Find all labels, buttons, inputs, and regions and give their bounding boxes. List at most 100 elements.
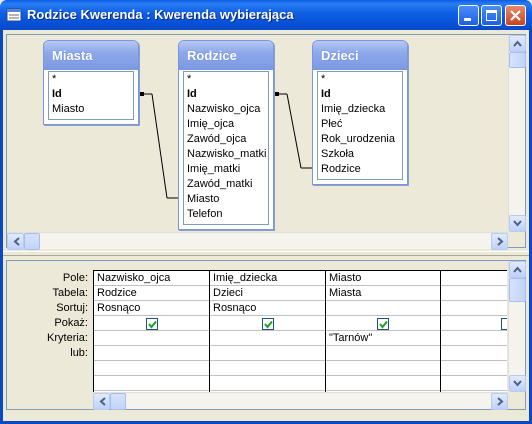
grid-column[interactable]: Imię_dziecka Dzieci Rosnąco <box>210 271 326 394</box>
sort-cell[interactable]: Rosnąco <box>210 301 325 316</box>
field-list[interactable]: * Id Nazwisko_ojca Imię_ojca Zawód_ojca … <box>183 71 269 225</box>
minimize-button[interactable] <box>458 5 479 26</box>
grid-column[interactable]: Nazwisko_ojca Rodzice Rosnąco <box>94 271 210 394</box>
empty-cell[interactable] <box>326 361 440 376</box>
table-dzieci[interactable]: Dzieci * Id Imię_dziecka Płeć Rok_urodze… <box>312 40 408 185</box>
title-bar[interactable]: Rodzice Kwerenda : Kwerenda wybierająca <box>0 0 532 30</box>
scroll-right-button[interactable] <box>491 233 508 250</box>
scroll-thumb[interactable] <box>110 393 126 410</box>
query-window-icon[interactable] <box>6 7 22 23</box>
table-miasta[interactable]: Miasta * Id Miasto <box>43 40 139 125</box>
field-item[interactable]: Rok_urodzenia <box>318 132 402 147</box>
arrow-left-icon <box>13 237 20 246</box>
show-checkbox[interactable] <box>501 317 507 330</box>
sort-cell[interactable]: Rosnąco <box>94 301 209 316</box>
row-label-field: Pole: <box>62 272 88 284</box>
field-item-key[interactable]: Id <box>184 87 268 102</box>
grid-vertical-scrollbar[interactable] <box>508 261 526 392</box>
field-item[interactable]: Imię_matki <box>184 162 268 177</box>
field-item[interactable]: Nazwisko_matki <box>184 147 268 162</box>
diagram-area[interactable]: Miasta * Id Miasto Rodzice * Id Nazwisko… <box>7 35 507 232</box>
empty-cell[interactable] <box>441 376 507 391</box>
show-checkbox[interactable] <box>377 317 389 330</box>
table-title[interactable]: Rodzice <box>179 41 273 70</box>
field-item[interactable]: Imię_ojca <box>184 117 268 132</box>
field-list[interactable]: * Id Miasto <box>48 71 134 120</box>
field-item[interactable]: Zawód_matki <box>184 177 268 192</box>
close-button[interactable] <box>505 5 526 26</box>
row-label-table: Tabela: <box>52 287 88 299</box>
criteria-cell[interactable] <box>210 331 325 346</box>
or-cell[interactable] <box>210 346 325 361</box>
empty-cell[interactable] <box>441 361 507 376</box>
table-cell[interactable] <box>441 286 507 301</box>
or-cell[interactable] <box>326 346 440 361</box>
empty-cell[interactable] <box>326 376 440 391</box>
criteria-cell[interactable] <box>441 331 507 346</box>
table-title[interactable]: Dzieci <box>313 41 407 70</box>
table-cell[interactable]: Dzieci <box>210 286 325 301</box>
field-item[interactable]: Telefon <box>184 207 268 222</box>
field-item[interactable]: Płeć <box>318 117 402 132</box>
field-item[interactable]: Szkoła <box>318 147 402 162</box>
scroll-up-button[interactable] <box>509 261 526 278</box>
table-rodzice[interactable]: Rodzice * Id Nazwisko_ojca Imię_ojca Zaw… <box>178 40 274 230</box>
scroll-up-button[interactable] <box>509 35 526 52</box>
diagram-vertical-scrollbar[interactable] <box>508 35 526 232</box>
sort-cell[interactable] <box>441 301 507 316</box>
pane-splitter[interactable] <box>3 251 529 256</box>
field-list[interactable]: * Id Imię_dziecka Płeć Rok_urodzenia Szk… <box>317 71 403 180</box>
show-cell[interactable] <box>326 316 440 331</box>
arrow-up-icon <box>513 266 522 273</box>
scroll-thumb[interactable] <box>509 278 526 302</box>
field-cell[interactable]: Nazwisko_ojca <box>94 271 209 286</box>
or-cell[interactable] <box>94 346 209 361</box>
grid-column[interactable] <box>441 271 507 394</box>
field-item-key[interactable]: Id <box>49 87 133 102</box>
show-cell[interactable] <box>94 316 209 331</box>
scroll-down-button[interactable] <box>509 215 526 232</box>
empty-cell[interactable] <box>210 361 325 376</box>
table-diagram-pane[interactable]: Miasta * Id Miasto Rodzice * Id Nazwisko… <box>6 34 526 250</box>
table-cell[interactable]: Rodzice <box>94 286 209 301</box>
sort-cell[interactable] <box>326 301 440 316</box>
empty-cell[interactable] <box>94 361 209 376</box>
scroll-thumb[interactable] <box>509 52 526 68</box>
show-checkbox[interactable] <box>145 317 158 330</box>
maximize-button[interactable] <box>481 5 502 26</box>
field-item[interactable]: Miasto <box>184 192 268 207</box>
field-item-key[interactable]: Id <box>318 87 402 102</box>
row-label-sort: Sortuj: <box>56 302 88 314</box>
field-item[interactable]: * <box>184 72 268 87</box>
show-cell[interactable] <box>441 316 507 331</box>
show-cell[interactable] <box>210 316 325 331</box>
field-item[interactable]: Miasto <box>49 102 133 117</box>
scroll-left-button[interactable] <box>7 233 24 250</box>
scroll-down-button[interactable] <box>509 375 526 392</box>
table-title[interactable]: Miasta <box>44 41 138 70</box>
empty-cell[interactable] <box>94 376 209 391</box>
scroll-right-button[interactable] <box>491 393 508 410</box>
field-item[interactable]: Rodzice <box>318 162 402 177</box>
field-cell[interactable]: Miasto <box>326 271 440 286</box>
query-design-grid-pane[interactable]: Pole: Tabela: Sortuj: Pokaż: Kryteria: l… <box>6 260 526 410</box>
table-cell[interactable]: Miasta <box>326 286 440 301</box>
or-cell[interactable] <box>441 346 507 361</box>
grid-horizontal-scrollbar[interactable] <box>93 392 508 410</box>
field-item[interactable]: Zawód_ojca <box>184 132 268 147</box>
field-item[interactable]: * <box>49 72 133 87</box>
field-cell[interactable] <box>441 271 507 286</box>
field-item[interactable]: Nazwisko_ojca <box>184 102 268 117</box>
field-item[interactable]: * <box>318 72 402 87</box>
query-grid[interactable]: Nazwisko_ojca Rodzice Rosnąco Imię_dziec… <box>93 270 507 394</box>
grid-column[interactable]: Miasto Miasta "Tarnów" <box>326 271 441 394</box>
empty-cell[interactable] <box>210 376 325 391</box>
criteria-cell[interactable] <box>94 331 209 346</box>
field-cell[interactable]: Imię_dziecka <box>210 271 325 286</box>
scroll-left-button[interactable] <box>93 393 110 410</box>
field-item[interactable]: Imię_dziecka <box>318 102 402 117</box>
diagram-horizontal-scrollbar[interactable] <box>7 232 508 250</box>
criteria-cell[interactable]: "Tarnów" <box>326 331 440 346</box>
show-checkbox[interactable] <box>261 317 274 330</box>
scroll-thumb[interactable] <box>24 233 40 250</box>
